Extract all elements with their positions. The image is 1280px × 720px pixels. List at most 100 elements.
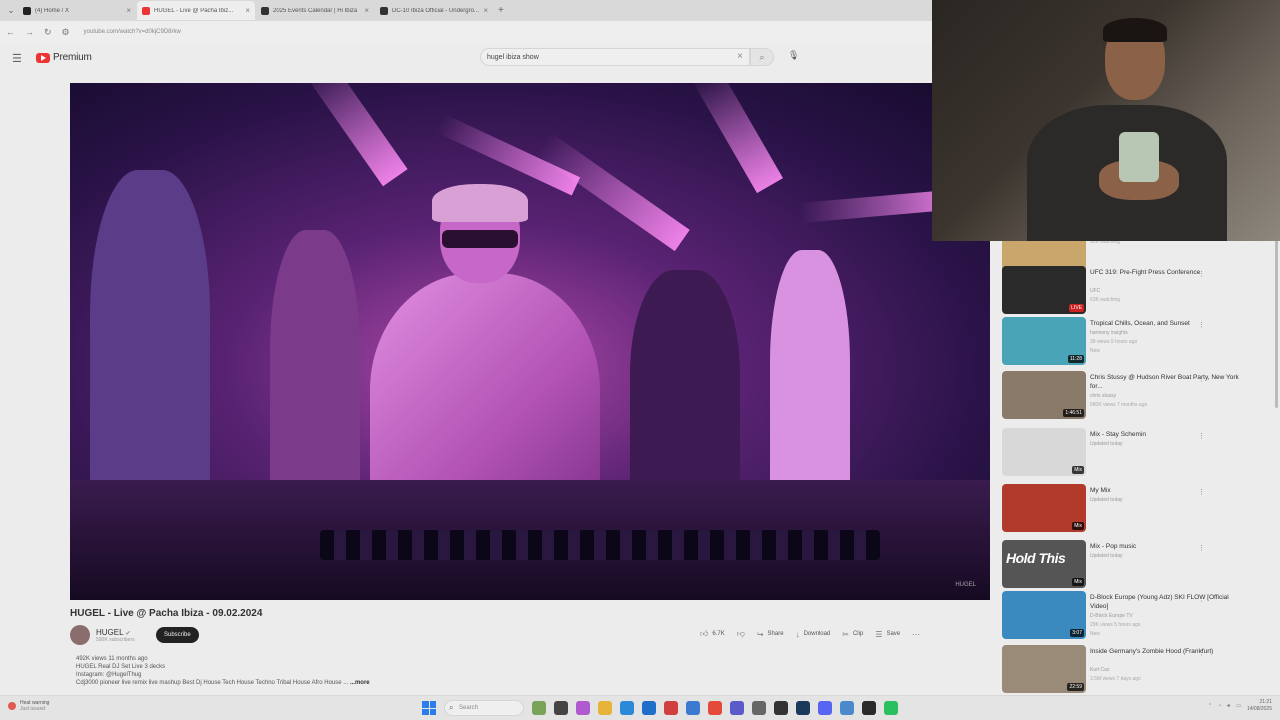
video-thumbnail[interactable]: Mix [1002,428,1086,476]
forward-icon[interactable]: → [25,27,34,37]
rec-title[interactable]: D-Block Europe (Young Adz) SKI FLOW [Off… [1090,593,1240,611]
page-scrollbar[interactable] [1275,238,1278,408]
more-vert-icon[interactable]: ⋮ [1198,595,1205,603]
teams-icon[interactable] [730,701,744,715]
rec-title[interactable]: Tropical Chills, Ocean, and Sunset [1090,319,1240,328]
close-tab-icon[interactable]: × [483,6,488,15]
tab-dc10[interactable]: DC-10 Ibiza Official - Undergro... × [375,1,493,20]
video-thumbnail[interactable]: 11:28 [1002,317,1086,365]
task-view-icon[interactable] [554,701,568,715]
more-vert-icon[interactable]: ⋮ [1198,544,1205,552]
site-info-icon[interactable]: ⚙ [62,27,70,38]
rec-channel[interactable]: harmony insights [1090,330,1128,336]
edge-icon[interactable] [620,701,634,715]
back-icon[interactable]: ← [6,27,15,37]
reload-icon[interactable]: ↻ [44,27,52,38]
more-vert-icon[interactable]: ⋮ [1198,375,1205,383]
recommendation-item[interactable]: Mix Mix - Stay Schemin Updated today ⋮ [1002,428,1272,478]
rec-channel[interactable]: Updated today [1090,497,1123,503]
chevron-up-icon[interactable]: ⌃ [1208,703,1212,709]
channel-name[interactable]: HUGEL ✔ [96,628,135,637]
windows-start-icon[interactable] [422,701,436,715]
dislike-button[interactable]: 👎︎ [737,629,745,639]
video-thumbnail[interactable]: 3:07 [1002,591,1086,639]
download-button[interactable]: ↓ Download [796,630,831,639]
rec-title[interactable]: My Mix [1090,486,1240,495]
outlook-icon[interactable] [642,701,656,715]
shield-icon[interactable] [664,701,678,715]
recommendation-item[interactable]: Mix My Mix Updated today ⋮ [1002,484,1272,534]
copilot-icon[interactable] [576,701,590,715]
share-button[interactable]: ↪ Share [757,630,784,639]
video-thumbnail[interactable]: LIVE [1002,266,1086,314]
more-vert-icon[interactable]: ⋮ [1198,432,1205,440]
more-actions-button[interactable]: ⋯ [912,630,920,639]
tab-youtube-hugel[interactable]: HUGEL - Live @ Pacha Ibiz... × [137,1,255,20]
rec-title[interactable]: Chris Stussy @ Hudson River Boat Party, … [1090,373,1240,391]
rec-channel[interactable]: Updated today [1090,553,1123,559]
youtube-logo[interactable]: Premium [36,52,92,63]
volume-icon[interactable]: 🔊︎ [1227,703,1230,709]
rec-channel[interactable]: chris stussy [1090,393,1116,399]
rec-channel[interactable]: Updated today [1090,441,1123,447]
close-tab-icon[interactable]: × [126,6,131,15]
url-input[interactable]: youtube.com/watch?v=d0kjC9D8rkw [84,29,181,35]
wifi-icon[interactable]: ◔ [1218,703,1221,709]
recommendation-item[interactable]: LIVE UFC 319: Pre-Fight Press Conference U… [1002,266,1272,316]
mail-icon[interactable] [686,701,700,715]
clip-button[interactable]: ✂ Clip [842,630,863,639]
music-app-icon[interactable] [884,701,898,715]
obs-icon[interactable] [862,701,876,715]
tab-menu-icon[interactable]: ⌄ [4,5,18,16]
rec-title[interactable]: Inside Germany's Zombie Hood (Frankfurt) [1090,647,1240,656]
rec-title[interactable]: Mix - Stay Schemin [1090,430,1240,439]
recommendation-item[interactable]: 3:07 D-Block Europe (Young Adz) SKI FLOW … [1002,591,1272,641]
rec-channel[interactable]: D-Block Europe TV [1090,613,1133,619]
new-tab-icon[interactable]: + [498,5,504,16]
video-thumbnail[interactable]: 22:59 [1002,645,1086,693]
recommendation-item[interactable]: Hold This Mix Mix - Pop music Updated today… [1002,540,1272,590]
steam-icon[interactable] [796,701,810,715]
video-thumbnail[interactable]: Hold This Mix [1002,540,1086,588]
rec-title[interactable]: Mix - Pop music [1090,542,1240,551]
video-thumbnail[interactable]: Mix [1002,484,1086,532]
video-thumbnail[interactable]: 1:46:51 [1002,371,1086,419]
more-vert-icon[interactable]: ⋮ [1198,270,1205,278]
video-description[interactable]: 492K views 11 months ago HUGEL Real DJ S… [70,655,990,695]
clock[interactable]: 21:21 14/08/2025 [1247,699,1272,713]
like-button[interactable]: 👍︎ 6.7K [700,629,725,639]
channel-avatar[interactable] [70,625,90,645]
battery-icon[interactable]: ▭ [1236,703,1241,709]
rec-title[interactable]: UFC 319: Pre-Fight Press Conference [1090,268,1240,277]
menu-icon[interactable]: ☰ [12,52,22,65]
recommendation-item[interactable]: 22:59 Inside Germany's Zombie Hood (Frank… [1002,645,1272,695]
tab-x-home[interactable]: (4) Home / X × [18,1,136,20]
show-more-button[interactable]: ...more [350,680,370,686]
calculator-icon[interactable] [774,701,788,715]
close-tab-icon[interactable]: × [364,6,369,15]
weather-widget[interactable]: Heat warning Just issued [8,700,49,712]
settings-icon[interactable] [752,701,766,715]
close-tab-icon[interactable]: × [245,6,250,15]
news-app-icon[interactable] [532,701,546,715]
search-button[interactable]: ⌕ [750,48,774,66]
chrome-icon[interactable] [708,701,722,715]
browser-icon[interactable] [840,701,854,715]
clear-search-icon[interactable]: × [737,51,743,62]
recommendation-item[interactable]: 1:46:51 Chris Stussy @ Hudson River Boat … [1002,371,1272,421]
search-input[interactable]: hugel ibiza show × [480,48,750,66]
discord-icon[interactable] [818,701,832,715]
rec-channel[interactable]: UFC [1090,288,1100,294]
file-explorer-icon[interactable] [598,701,612,715]
tab-hi-ibiza[interactable]: 2025 Events Calendar | Hi Ibiza × [256,1,374,20]
rec-channel[interactable]: Kurt Caz [1090,667,1109,673]
save-button[interactable]: ☰ Save [875,630,900,639]
taskbar-search-input[interactable]: Search [444,700,524,716]
video-player[interactable]: HUGEL [70,83,990,600]
recommendation-item[interactable]: 11:28 Tropical Chills, Ocean, and Sunset h… [1002,317,1272,367]
more-vert-icon[interactable]: ⋮ [1198,649,1205,657]
more-vert-icon[interactable]: ⋮ [1198,321,1205,329]
more-vert-icon[interactable]: ⋮ [1198,488,1205,496]
subscribe-button[interactable]: Subscribe [156,627,199,643]
microphone-icon[interactable]: 🎙︎ [788,50,799,61]
